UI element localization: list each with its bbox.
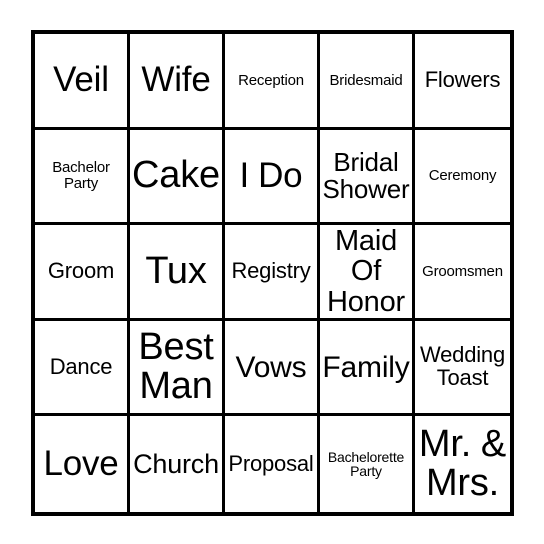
bingo-cell-label: Cake: [132, 154, 220, 197]
bingo-cell[interactable]: Dance: [35, 320, 130, 417]
bingo-cell[interactable]: Bridal Shower: [320, 129, 415, 226]
bingo-cell-label: Church: [133, 449, 219, 480]
bingo-cell-label: Bachelorette Party: [327, 448, 405, 480]
bingo-cell-label: Maid Of Honor: [327, 225, 405, 318]
bingo-cell-label: Bridesmaid: [329, 71, 403, 89]
bingo-cell-label: Vows: [235, 350, 307, 384]
bingo-cell-label: Dance: [49, 353, 113, 379]
bingo-cell-label: Groomsmen: [422, 262, 503, 280]
bingo-cell-label: Wife: [141, 60, 211, 100]
bingo-cell-label: Best Man: [138, 325, 214, 408]
bingo-cell-label: Family: [322, 350, 410, 384]
bingo-cell[interactable]: Church: [130, 416, 225, 512]
bingo-cell[interactable]: Veil: [35, 34, 130, 130]
bingo-cell[interactable]: Proposal: [225, 416, 320, 512]
bingo-cell-label: Groom: [47, 258, 115, 284]
bingo-cell-label: Mr. & Mrs.: [418, 422, 507, 505]
bingo-card-grid: Veil Wife Reception Bridesmaid Flowers Bachel…: [31, 30, 514, 516]
bingo-cell[interactable]: Vows: [225, 320, 320, 417]
bingo-cell-label: Love: [43, 443, 119, 483]
bingo-cell-label: Ceremony: [428, 167, 497, 185]
bingo-cell[interactable]: Wedding Toast: [415, 320, 510, 417]
bingo-cell[interactable]: Ceremony: [415, 129, 510, 226]
bingo-cell-label: Tux: [145, 249, 207, 292]
bingo-cell[interactable]: Family: [320, 320, 415, 417]
bingo-cell-label: Bachelor Party: [52, 159, 110, 192]
bingo-cell[interactable]: Bachelor Party: [35, 129, 130, 226]
bingo-cell-label: Bridal Shower: [322, 146, 410, 204]
bingo-cell[interactable]: Flowers: [415, 34, 510, 130]
bingo-cell[interactable]: Bachelorette Party: [320, 416, 415, 512]
bingo-cell[interactable]: Wife: [130, 34, 225, 130]
bingo-cell-label: Veil: [53, 60, 109, 100]
bingo-cell-label: Reception: [238, 71, 304, 89]
bingo-cell[interactable]: Groomsmen: [415, 225, 510, 321]
bingo-cell[interactable]: Maid Of Honor: [320, 225, 415, 321]
bingo-cell-label: Flowers: [424, 66, 501, 92]
bingo-cell[interactable]: Cake: [130, 129, 225, 226]
bingo-cell-label: Proposal: [228, 450, 314, 476]
bingo-cell[interactable]: Best Man: [130, 320, 225, 417]
bingo-cell[interactable]: I Do: [225, 129, 320, 226]
bingo-cell-label: Registry: [231, 258, 311, 284]
bingo-cell[interactable]: Mr. & Mrs.: [415, 416, 510, 512]
bingo-cell[interactable]: Groom: [35, 225, 130, 321]
bingo-cell-label: I Do: [239, 155, 303, 195]
bingo-cell[interactable]: Tux: [130, 225, 225, 321]
bingo-cell[interactable]: Reception: [225, 34, 320, 130]
bingo-cell-label: Wedding Toast: [419, 342, 506, 391]
bingo-cell[interactable]: Bridesmaid: [320, 34, 415, 130]
bingo-cell[interactable]: Registry: [225, 225, 320, 321]
bingo-cell[interactable]: Love: [35, 416, 130, 512]
